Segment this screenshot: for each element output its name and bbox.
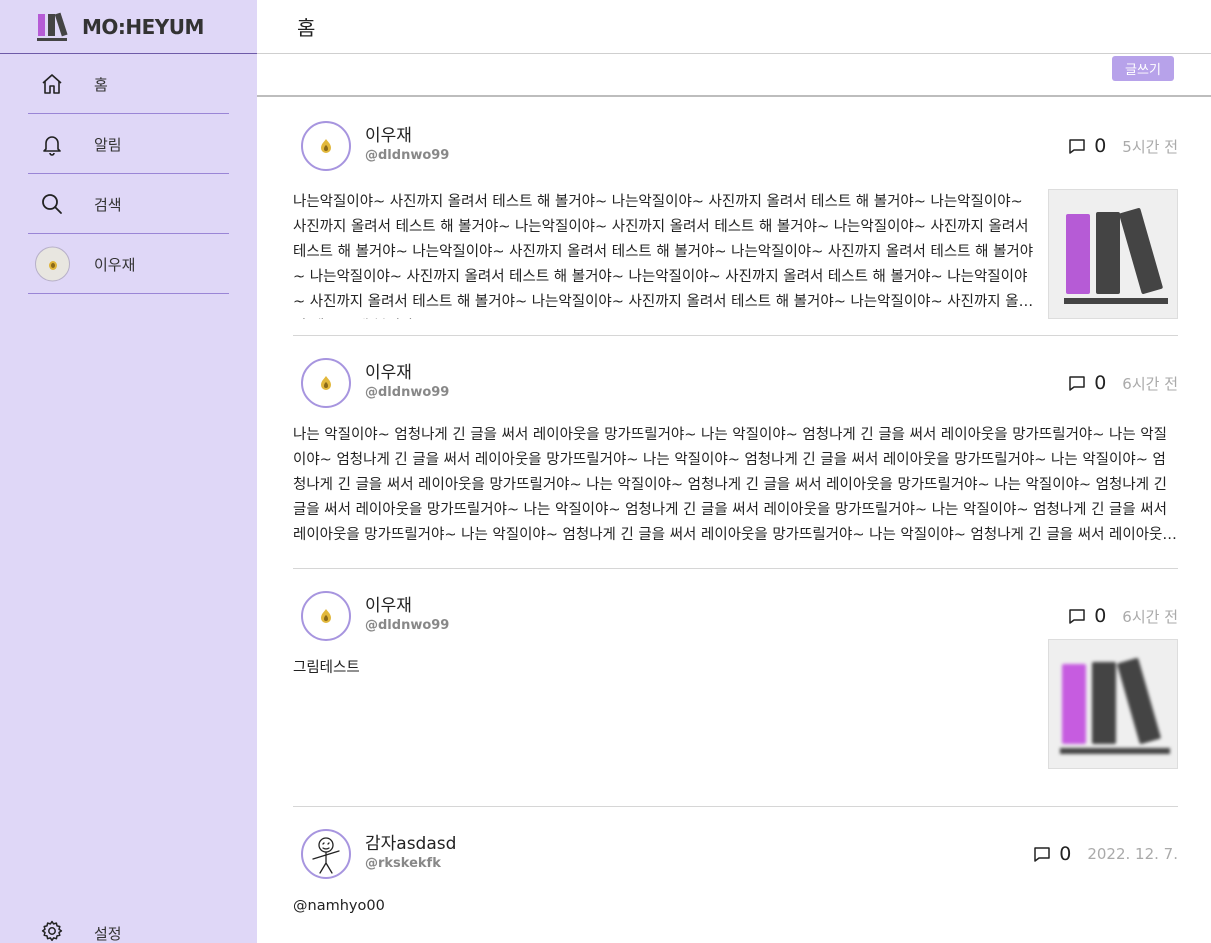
comment-count: 0: [1094, 605, 1107, 627]
author-handle[interactable]: @dldnwo99: [365, 384, 449, 402]
post-image[interactable]: [1048, 639, 1178, 769]
avatar-image: [48, 260, 57, 270]
stick-figure-avatar: [312, 837, 340, 874]
post-body: 그림테스트: [293, 639, 1178, 769]
comment-icon[interactable]: [1033, 845, 1051, 863]
settings-label: 설정: [94, 925, 122, 943]
search-icon: [42, 194, 62, 214]
author-handle[interactable]: @rkskekfk: [365, 855, 456, 873]
sidebar-item-label: 알림: [94, 135, 122, 154]
post-text: @namhyo00: [293, 898, 385, 914]
brand[interactable]: MO:HEYUM: [0, 0, 257, 54]
sidebar-item-label: 검색: [94, 195, 122, 214]
home-icon: [42, 74, 62, 94]
author-name[interactable]: 감자asdasd: [365, 833, 456, 855]
post-header: 이우재 @dldnwo99 0 5시간 전: [293, 99, 1178, 189]
write-button[interactable]: 글쓰기: [1112, 56, 1174, 81]
sidebar-item-search[interactable]: 검색: [0, 174, 257, 234]
avatar: [35, 246, 70, 282]
main-content: 홈 글쓰기 이우재 @dldnwo99 0 5시간 전 나는악질이야~ 사진까지…: [257, 0, 1211, 943]
comment-count: 0: [1094, 135, 1107, 157]
sidebar-item-home[interactable]: 홈: [0, 54, 257, 114]
sidebar: MO:HEYUM 홈 알림 검색 이우재 설정: [0, 0, 257, 943]
post-meta: 0 6시간 전: [1068, 605, 1178, 627]
bell-icon: [43, 136, 61, 156]
post-meta: 0 5시간 전: [1068, 135, 1178, 157]
post-header: 이우재 @dldnwo99 0 6시간 전: [293, 569, 1178, 659]
post-timestamp: 6시간 전: [1122, 374, 1178, 393]
author-name[interactable]: 이우재: [365, 125, 449, 147]
post-header: 감자asdasd @rkskekfk 0 2022. 12. 7.: [293, 807, 1178, 897]
post-meta: 0 6시간 전: [1068, 372, 1178, 394]
avatar[interactable]: [301, 591, 351, 641]
post-timestamp: 6시간 전: [1122, 607, 1178, 626]
books-logo: [37, 12, 68, 41]
comment-count: 0: [1059, 843, 1072, 865]
comment-icon[interactable]: [1068, 607, 1086, 625]
author-name[interactable]: 이우재: [365, 362, 449, 384]
post-author: 이우재 @dldnwo99: [365, 125, 449, 165]
avatar-image: [321, 376, 331, 390]
sidebar-item-label: 홈: [94, 75, 108, 94]
books-image: [1064, 208, 1168, 304]
avatar[interactable]: [301, 829, 351, 879]
comment-icon[interactable]: [1068, 137, 1086, 155]
post-image[interactable]: [1048, 189, 1178, 319]
avatar-image: [321, 139, 331, 153]
toolbar: 글쓰기: [257, 54, 1211, 97]
sidebar-nav: 홈 알림 검색 이우재: [0, 54, 257, 294]
post-card[interactable]: 감자asdasd @rkskekfk 0 2022. 12. 7. @namhy…: [293, 807, 1178, 943]
post-text: 나는 악질이야~ 엄청나게 긴 글을 써서 레이아웃을 망가뜨릴거야~ 나는 악…: [293, 427, 1176, 543]
post-author: 이우재 @dldnwo99: [365, 595, 449, 635]
gear-icon: [41, 920, 63, 942]
post-author: 이우재 @dldnwo99: [365, 362, 449, 402]
post-text: 그림테스트: [293, 660, 360, 676]
avatar[interactable]: [301, 121, 351, 171]
post-timestamp: 5시간 전: [1122, 137, 1178, 156]
page-header: 홈: [257, 0, 1211, 54]
post-header: 이우재 @dldnwo99 0 6시간 전: [293, 336, 1178, 426]
post-body: 나는악질이야~ 사진까지 올려서 테스트 해 볼거야~ 나는악질이야~ 사진까지…: [293, 189, 1178, 319]
avatar-image: [321, 609, 331, 623]
post-timestamp: 2022. 12. 7.: [1087, 845, 1178, 863]
sidebar-item-label: 이우재: [94, 255, 136, 274]
post-body: 나는 악질이야~ 엄청나게 긴 글을 써서 레이아웃을 망가뜨릴거야~ 나는 악…: [293, 426, 1178, 548]
sidebar-item-profile[interactable]: 이우재: [0, 234, 257, 294]
sidebar-item-notifications[interactable]: 알림: [0, 114, 257, 174]
brand-name: MO:HEYUM: [82, 14, 204, 39]
comment-count: 0: [1094, 372, 1107, 394]
author-name[interactable]: 이우재: [365, 595, 449, 617]
post-card[interactable]: 이우재 @dldnwo99 0 5시간 전 나는악질이야~ 사진까지 올려서 테…: [293, 99, 1178, 336]
author-handle[interactable]: @dldnwo99: [365, 617, 449, 635]
post-meta: 0 2022. 12. 7.: [1033, 843, 1178, 865]
avatar[interactable]: [301, 358, 351, 408]
books-image: [1060, 658, 1170, 754]
post-author: 감자asdasd @rkskekfk: [365, 833, 456, 873]
post-card[interactable]: 이우재 @dldnwo99 0 6시간 전 나는 악질이야~ 엄청나게 긴 글을…: [293, 336, 1178, 569]
comment-icon[interactable]: [1068, 374, 1086, 392]
post-card[interactable]: 이우재 @dldnwo99 0 6시간 전 그림테스트: [293, 569, 1178, 807]
page-title: 홈: [297, 16, 316, 40]
post-feed: 이우재 @dldnwo99 0 5시간 전 나는악질이야~ 사진까지 올려서 테…: [293, 99, 1178, 943]
sidebar-item-settings[interactable]: 설정: [0, 913, 257, 943]
post-text: 나는악질이야~ 사진까지 올려서 테스트 해 볼거야~ 나는악질이야~ 사진까지…: [293, 194, 1034, 310]
author-handle[interactable]: @dldnwo99: [365, 147, 449, 165]
post-body: @namhyo00: [293, 897, 1178, 919]
